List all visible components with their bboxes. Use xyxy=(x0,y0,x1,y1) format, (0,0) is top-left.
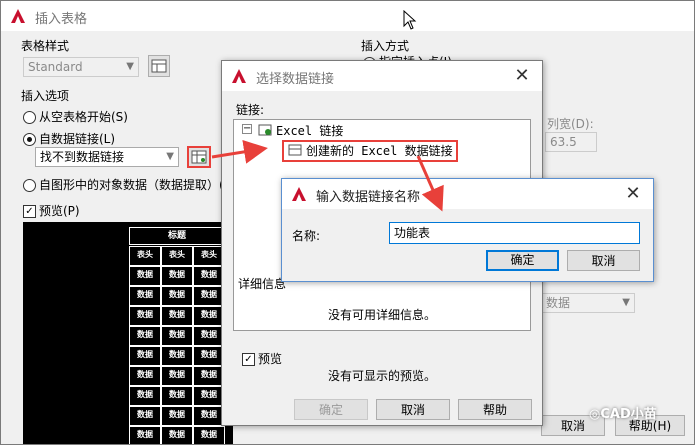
watermark: ◎CAD小苗 xyxy=(589,403,657,422)
name-dialog-titlebar: 输入数据链接名称 ✕ xyxy=(282,179,653,209)
table-style-label: 表格样式 xyxy=(21,39,70,53)
links-label: 链接: xyxy=(236,103,265,117)
radio-extract[interactable] xyxy=(23,179,36,192)
datalink-manager-button[interactable] xyxy=(187,146,211,168)
data-cell-style-value: 数据 xyxy=(546,296,571,310)
select-link-ok-button[interactable]: 确定 xyxy=(294,399,368,420)
table-style-icon xyxy=(151,59,167,73)
table-style-value: Standard xyxy=(28,60,83,74)
table-style-button[interactable] xyxy=(148,55,170,77)
column-width-label: 列宽(D): xyxy=(547,117,594,131)
autocad-logo-icon xyxy=(292,187,306,201)
enter-link-name-dialog: 输入数据链接名称 ✕ 名称: 功能表 确定 取消 xyxy=(281,178,654,282)
name-label: 名称: xyxy=(292,229,321,243)
tree-item-label[interactable]: 创建新的 Excel 数据链接 xyxy=(306,142,453,159)
preview-data-cell: 数据 xyxy=(161,426,193,444)
preview-data-cell: 数据 xyxy=(161,346,193,366)
tree-expander-icon[interactable]: − xyxy=(242,124,252,134)
preview-data-cell: 数据 xyxy=(161,406,193,426)
preview-data-cell: 数据 xyxy=(161,286,193,306)
select-link-help-button[interactable]: 帮助 xyxy=(458,399,532,420)
select-link-titlebar: 选择数据链接 ✕ xyxy=(222,61,542,91)
preview-data-cell: 数据 xyxy=(129,366,161,386)
radio-datalink[interactable] xyxy=(23,133,36,146)
preview-label: 预览(P) xyxy=(39,204,80,218)
new-link-icon xyxy=(288,144,302,156)
preview-data-cell: 数据 xyxy=(193,426,225,444)
wechat-icon: ◎ xyxy=(589,407,601,422)
insert-method-label: 插入方式 xyxy=(361,39,410,53)
preview-data-cell: 数据 xyxy=(161,366,193,386)
preview-data-cell: 数据 xyxy=(161,386,193,406)
no-detail-text: 没有可用详细信息。 xyxy=(328,308,437,322)
radio-datalink-label: 自数据链接(L) xyxy=(39,132,116,146)
name-input[interactable]: 功能表 xyxy=(389,222,640,244)
autocad-logo-icon xyxy=(11,9,25,23)
preview-checkbox[interactable]: ✓ xyxy=(23,205,36,218)
preview-data-cell: 数据 xyxy=(129,386,161,406)
column-width-value: 63.5 xyxy=(550,135,577,149)
close-icon[interactable]: ✕ xyxy=(508,64,536,88)
datalink-value: 找不到数据链接 xyxy=(40,150,125,164)
insert-options-label: 插入选项 xyxy=(21,89,70,103)
radio-extract-label: 自图形中的对象数据（数据提取）(X) xyxy=(39,178,237,192)
preview-data-cell: 数据 xyxy=(161,306,193,326)
preview-data-cell: 数据 xyxy=(129,346,161,366)
autocad-logo-icon xyxy=(232,69,246,83)
datalink-manager-icon xyxy=(191,150,207,164)
preview-header-cell: 表头 xyxy=(129,246,161,266)
datalink-combo[interactable]: 找不到数据链接 ▼ xyxy=(35,147,179,167)
select-link-title: 选择数据链接 xyxy=(256,72,335,87)
select-link-preview-checkbox[interactable]: ✓ xyxy=(242,353,255,366)
main-titlebar: 插入表格 xyxy=(1,1,694,31)
select-link-preview-label: 预览 xyxy=(258,352,283,366)
main-title: 插入表格 xyxy=(35,12,88,27)
tree-root-label[interactable]: Excel 链接 xyxy=(276,122,343,139)
radio-empty-table[interactable] xyxy=(23,111,36,124)
no-preview-text: 没有可显示的预览。 xyxy=(328,369,437,383)
close-icon[interactable]: ✕ xyxy=(619,182,647,206)
table-style-combo[interactable]: Standard ▼ xyxy=(23,57,139,77)
preview-data-cell: 数据 xyxy=(129,326,161,346)
preview-data-cell: 数据 xyxy=(129,286,161,306)
preview-title-cell: 标题 xyxy=(129,227,225,245)
preview-data-cell: 数据 xyxy=(129,266,161,286)
preview-data-cell: 数据 xyxy=(129,306,161,326)
name-dialog-title: 输入数据链接名称 xyxy=(316,190,421,205)
radio-empty-label: 从空表格开始(S) xyxy=(39,110,128,124)
chevron-down-icon: ▼ xyxy=(166,151,174,162)
name-ok-button[interactable]: 确定 xyxy=(486,250,559,271)
chevron-down-icon: ▼ xyxy=(622,297,630,308)
preview-data-cell: 数据 xyxy=(129,426,161,444)
name-input-value: 功能表 xyxy=(394,226,431,240)
name-cancel-button[interactable]: 取消 xyxy=(567,250,640,271)
preview-data-cell: 数据 xyxy=(129,406,161,426)
preview-header-cell: 表头 xyxy=(161,246,193,266)
data-cell-style-combo[interactable]: 数据 ▼ xyxy=(541,293,635,313)
preview-data-cell: 数据 xyxy=(161,326,193,346)
select-link-cancel-button[interactable]: 取消 xyxy=(376,399,450,420)
mouse-cursor-icon xyxy=(403,10,417,30)
detail-label: 详细信息 xyxy=(238,277,287,291)
column-width-input[interactable]: 63.5 xyxy=(545,132,597,152)
watermark-text: CAD小苗 xyxy=(600,407,657,422)
preview-data-cell: 数据 xyxy=(161,266,193,286)
chevron-down-icon: ▼ xyxy=(126,61,134,72)
excel-link-icon xyxy=(258,124,272,136)
table-preview: 标题 表头 表头 表头 数据 数据 数据 数据 数据 数据 数据 数据 数据 数据 数据 数据 数据 数据 数据数… xyxy=(23,222,233,444)
